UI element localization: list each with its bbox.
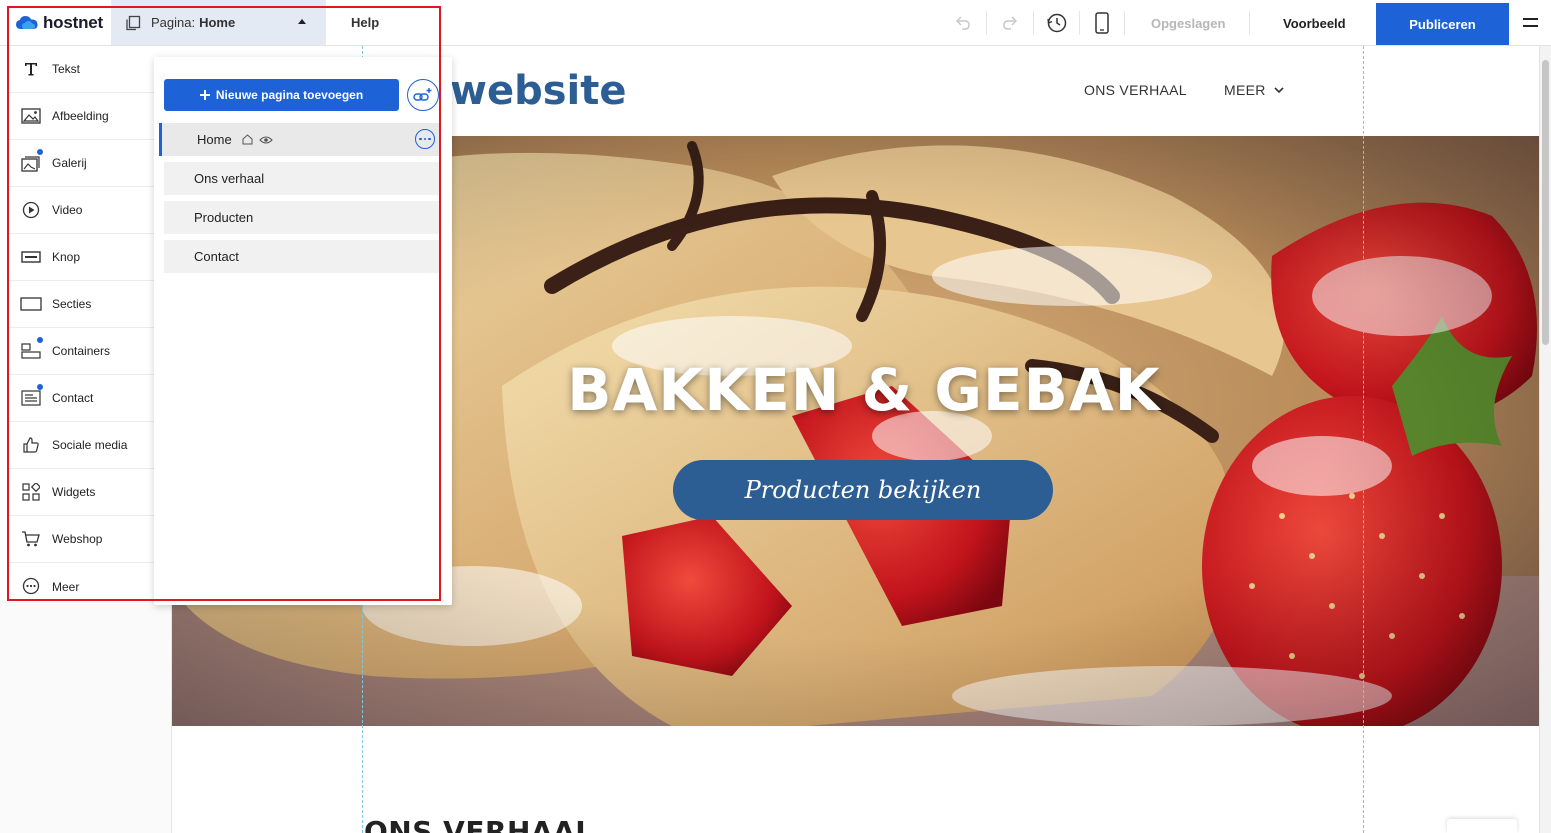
pages-panel: Nieuwe pagina toevoegen Home Ons verhaal… — [154, 57, 452, 605]
hamburger-menu-icon[interactable] — [1523, 18, 1538, 32]
redo-icon[interactable] — [998, 11, 1022, 35]
widget-label: Containers — [52, 344, 111, 358]
hostnet-logo[interactable]: hostnet — [16, 13, 103, 33]
link-plus-icon — [413, 88, 432, 101]
cloud-icon — [16, 16, 38, 29]
toolbar-divider — [1124, 11, 1125, 35]
more-icon — [20, 576, 42, 596]
widget-label: Galerij — [52, 156, 87, 170]
widget-item-tekst[interactable]: Tekst — [8, 46, 154, 93]
widget-label: Video — [52, 203, 83, 217]
widget-label: Contact — [52, 391, 94, 405]
widget-item-afbeelding[interactable]: Afbeelding — [8, 93, 154, 140]
plus-icon — [199, 90, 210, 100]
scrollbar-thumb[interactable] — [1542, 60, 1549, 345]
widget-item-galerij[interactable]: Galerij — [8, 140, 154, 187]
logo-text: hostnet — [43, 13, 103, 32]
section-title[interactable]: ONS VERHAAL — [364, 815, 594, 833]
home-icon — [242, 134, 253, 145]
button-icon — [20, 247, 42, 267]
widget-item-containers[interactable]: Containers — [8, 328, 154, 375]
widget-label: Knop — [52, 250, 81, 264]
page-item-producten[interactable]: Producten — [164, 201, 439, 234]
site-nav-meer[interactable]: MEER — [1224, 82, 1284, 98]
widget-item-contact[interactable]: Contact — [8, 375, 154, 422]
widget-label: Sociale media — [52, 438, 128, 452]
widget-item-knop[interactable]: Knop — [8, 234, 154, 281]
widget-label: Widgets — [52, 485, 96, 499]
widget-label: Tekst — [52, 62, 81, 76]
widgets-icon — [20, 482, 42, 502]
widget-label: Webshop — [52, 532, 103, 546]
layout-guide-line — [1363, 46, 1364, 833]
page-item-label: Contact — [194, 249, 239, 264]
page-item-home[interactable]: Home — [159, 123, 439, 156]
preview-button[interactable]: Voorbeeld — [1283, 16, 1346, 31]
thumbs-up-icon — [20, 435, 42, 455]
page-selector[interactable]: Pagina: Home — [111, 0, 326, 45]
page-options-icon[interactable] — [415, 129, 435, 149]
video-icon — [20, 200, 42, 220]
page-item-contact[interactable]: Contact — [164, 240, 439, 273]
widget-label: Secties — [52, 297, 92, 311]
page-item-ons-verhaal[interactable]: Ons verhaal — [164, 162, 439, 195]
pages-icon — [126, 15, 141, 30]
publish-button[interactable]: Publiceren — [1376, 3, 1509, 45]
chevron-down-icon — [1274, 86, 1284, 93]
site-nav-meer-label: MEER — [1224, 82, 1266, 98]
top-toolbar: hostnet Pagina: Home Help Opgeslagen Voo… — [0, 0, 1551, 46]
hero-cta-button[interactable]: Producten bekijken — [673, 460, 1053, 520]
widget-item-widgets[interactable]: Widgets — [8, 469, 154, 516]
site-nav-ons-verhaal[interactable]: ONS VERHAAL — [1084, 82, 1187, 98]
help-widget-tab[interactable] — [1447, 819, 1517, 833]
toolbar-divider — [1249, 11, 1250, 35]
undo-icon[interactable] — [951, 11, 975, 35]
new-page-button[interactable]: Nieuwe pagina toevoegen — [164, 79, 399, 111]
sidebar-background — [0, 600, 172, 833]
widget-item-sociale-media[interactable]: Sociale media — [8, 422, 154, 469]
toolbar-divider — [1079, 11, 1080, 35]
history-icon[interactable] — [1045, 11, 1069, 35]
canvas-scrollbar[interactable] — [1539, 46, 1551, 833]
page-item-label: Ons verhaal — [194, 171, 265, 186]
add-link-button[interactable] — [407, 79, 439, 111]
widget-item-meer[interactable]: Meer — [8, 563, 154, 610]
page-item-label: Home — [197, 132, 232, 147]
new-badge-dot — [37, 337, 43, 343]
new-badge-dot — [37, 149, 43, 155]
site-logo[interactable]: website — [450, 68, 626, 114]
page-item-label: Producten — [194, 210, 254, 225]
page-selector-label: Pagina: — [151, 15, 196, 30]
toolbar-divider — [986, 11, 987, 35]
widget-item-video[interactable]: Video — [8, 187, 154, 234]
widget-item-webshop[interactable]: Webshop — [8, 516, 154, 563]
contact-icon — [20, 388, 42, 408]
new-badge-dot — [37, 384, 43, 390]
widget-label: Afbeelding — [52, 109, 109, 123]
page-selector-value: Home — [199, 15, 236, 30]
widget-item-secties[interactable]: Secties — [8, 281, 154, 328]
image-icon — [20, 106, 42, 126]
help-menu[interactable]: Help — [351, 15, 379, 30]
toolbar-divider — [1033, 11, 1034, 35]
mobile-view-icon[interactable] — [1090, 11, 1114, 35]
cart-icon — [20, 529, 42, 549]
widget-sidebar: Tekst Afbeelding Galerij Video Knop Sect… — [8, 46, 154, 600]
containers-icon — [20, 341, 42, 361]
text-icon — [20, 59, 42, 79]
saved-status: Opgeslagen — [1151, 16, 1226, 31]
eye-icon — [258, 135, 273, 144]
sections-icon — [20, 294, 42, 314]
new-page-label: Nieuwe pagina toevoegen — [215, 88, 364, 102]
gallery-icon — [20, 153, 42, 173]
caret-up-icon — [298, 19, 306, 24]
widget-label: Meer — [52, 579, 80, 594]
